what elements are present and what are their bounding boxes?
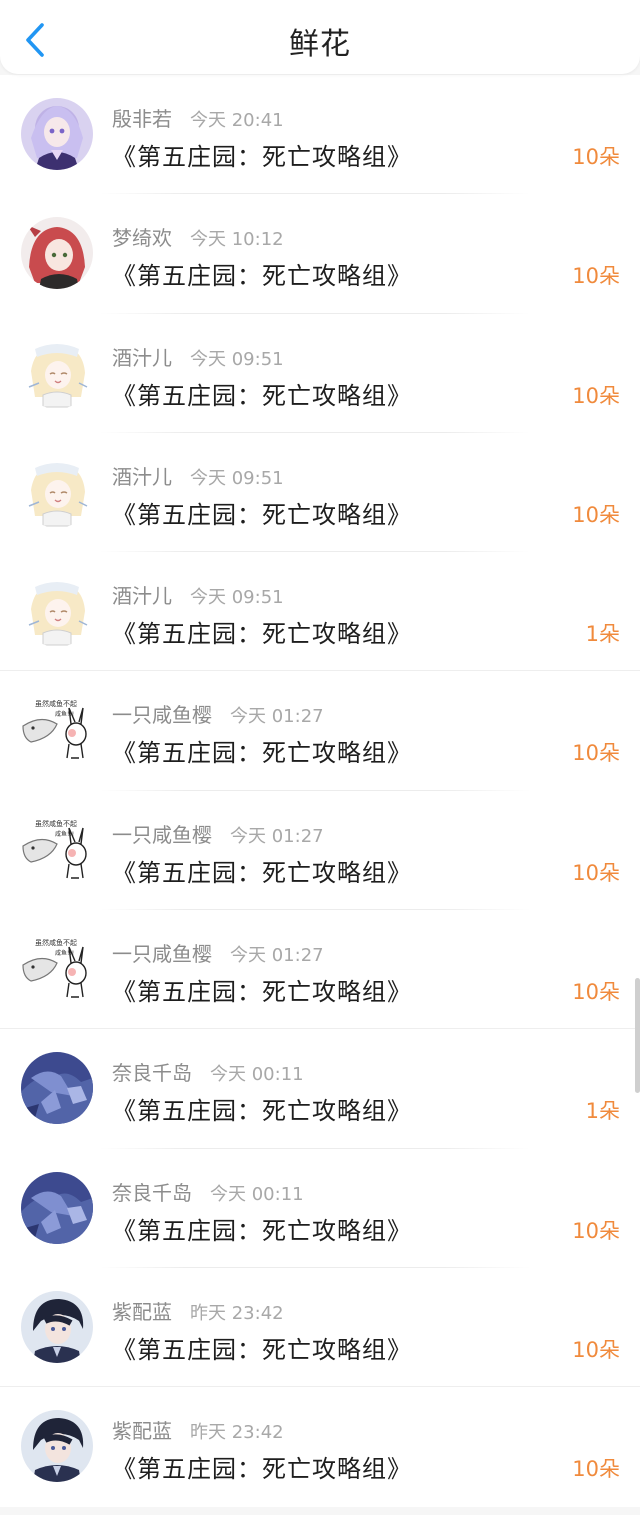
flower-count: 10朵: [572, 741, 620, 766]
gift-meta: 酒汁儿 今天 09:51: [112, 342, 284, 371]
flower-gift-row[interactable]: 虽然咸鱼不起 咸鱼!!! 一只咸鱼樱 今天 01:27 《第五庄园：死亡攻略组》 10朵: [0, 791, 640, 911]
user-name[interactable]: 酒汁儿: [112, 584, 172, 608]
timestamp: 昨天 23:42: [190, 1302, 284, 1324]
book-title: 《第五庄园：死亡攻略组》: [112, 262, 412, 291]
book-title: 《第五庄园：死亡攻略组》: [112, 858, 412, 887]
user-name[interactable]: 一只咸鱼樱: [112, 942, 212, 966]
gift-meta: 一只咸鱼樱 今天 01:27: [112, 699, 324, 728]
user-name[interactable]: 酒汁儿: [112, 465, 172, 489]
flower-gift-row[interactable]: 酒汁儿 今天 09:51 《第五庄园：死亡攻略组》 10朵: [0, 314, 640, 433]
avatar[interactable]: [21, 455, 93, 528]
book-title: 《第五庄园：死亡攻略组》: [112, 1216, 412, 1245]
user-name[interactable]: 奈良千岛: [112, 1061, 192, 1085]
gift-meta: 梦绮欢 今天 10:12: [112, 222, 284, 251]
timestamp: 今天 01:27: [230, 706, 324, 728]
flower-count: 10朵: [572, 1337, 620, 1362]
gift-meta: 奈良千岛 今天 00:11: [112, 1177, 304, 1206]
user-name[interactable]: 奈良千岛: [112, 1181, 192, 1205]
user-name[interactable]: 一只咸鱼樱: [112, 823, 212, 847]
timestamp: 今天 09:51: [190, 587, 284, 609]
avatar[interactable]: [21, 575, 93, 648]
flower-gift-row[interactable]: 殷非若 今天 20:41 《第五庄园：死亡攻略组》 10朵: [0, 75, 640, 195]
flower-count: 10朵: [572, 1457, 620, 1482]
timestamp: 今天 09:51: [190, 467, 284, 489]
book-title: 《第五庄园：死亡攻略组》: [112, 620, 412, 649]
user-name[interactable]: 梦绮欢: [112, 226, 172, 250]
flower-gift-row[interactable]: 酒汁儿 今天 09:51 《第五庄园：死亡攻略组》 1朵: [0, 552, 640, 672]
avatar[interactable]: [21, 98, 93, 170]
flower-gift-row[interactable]: 酒汁儿 今天 09:51 《第五庄园：死亡攻略组》 10朵: [0, 433, 640, 553]
timestamp: 今天 01:27: [230, 825, 324, 847]
timestamp: 今天 00:11: [210, 1183, 304, 1205]
timestamp: 今天 00:11: [210, 1064, 304, 1086]
avatar[interactable]: 虽然咸鱼不起 咸鱼!!!: [21, 813, 93, 886]
gift-meta: 酒汁儿 今天 09:51: [112, 580, 284, 609]
timestamp: 昨天 23:42: [190, 1422, 284, 1444]
gift-meta: 一只咸鱼樱 今天 01:27: [112, 819, 324, 848]
book-title: 《第五庄园：死亡攻略组》: [112, 1455, 412, 1484]
flower-count: 10朵: [572, 980, 620, 1005]
book-title: 《第五庄园：死亡攻略组》: [112, 978, 412, 1007]
book-title: 《第五庄园：死亡攻略组》: [112, 381, 412, 410]
user-name[interactable]: 酒汁儿: [112, 346, 172, 370]
flower-count: 1朵: [585, 1099, 620, 1124]
scrollbar[interactable]: [635, 978, 640, 1093]
gift-meta: 紫配蓝 昨天 23:42: [112, 1415, 284, 1444]
flower-count: 1朵: [585, 622, 620, 647]
book-title: 《第五庄园：死亡攻略组》: [112, 1097, 412, 1126]
user-name[interactable]: 紫配蓝: [112, 1300, 172, 1324]
timestamp: 今天 10:12: [190, 229, 284, 251]
timestamp: 今天 01:27: [230, 945, 324, 967]
flower-gift-row[interactable]: 奈良千岛 今天 00:11 《第五庄园：死亡攻略组》 10朵: [0, 1149, 640, 1268]
avatar[interactable]: [21, 1052, 93, 1125]
gift-meta: 奈良千岛 今天 00:11: [112, 1057, 304, 1086]
avatar[interactable]: 虽然咸鱼不起 咸鱼!!!: [21, 694, 93, 767]
flower-count: 10朵: [572, 502, 620, 527]
flower-count: 10朵: [572, 383, 620, 408]
flower-gift-row[interactable]: 虽然咸鱼不起 咸鱼!!! 一只咸鱼樱 今天 01:27 《第五庄园：死亡攻略组》 10朵: [0, 671, 640, 791]
user-name[interactable]: 紫配蓝: [112, 1419, 172, 1443]
flower-gift-row[interactable]: 梦绮欢 今天 10:12 《第五庄园：死亡攻略组》 10朵: [0, 194, 640, 314]
avatar[interactable]: [21, 1410, 93, 1483]
avatar[interactable]: [21, 1290, 93, 1363]
flower-count: 10朵: [572, 145, 620, 169]
book-title: 《第五庄园：死亡攻略组》: [112, 500, 412, 529]
gift-meta: 殷非若 今天 20:41: [112, 103, 284, 132]
user-name[interactable]: 一只咸鱼樱: [112, 703, 212, 727]
app-header: 鲜花: [0, 0, 640, 74]
svg-text:虽然咸鱼不起: 虽然咸鱼不起: [35, 938, 77, 947]
flower-gift-row[interactable]: 虽然咸鱼不起 咸鱼!!! 一只咸鱼樱 今天 01:27 《第五庄园：死亡攻略组》 10朵: [0, 910, 640, 1030]
book-title: 《第五庄园：死亡攻略组》: [112, 739, 412, 768]
flower-count: 10朵: [572, 1218, 620, 1243]
flower-gift-row[interactable]: 奈良千岛 今天 00:11 《第五庄园：死亡攻略组》 1朵: [0, 1029, 640, 1149]
book-title: 《第五庄园：死亡攻略组》: [112, 1335, 412, 1364]
avatar[interactable]: 虽然咸鱼不起 咸鱼!!!: [21, 933, 93, 1006]
book-title: 《第五庄园：死亡攻略组》: [112, 143, 412, 171]
user-name[interactable]: 殷非若: [112, 107, 172, 131]
flower-count: 10朵: [572, 860, 620, 885]
gift-meta: 酒汁儿 今天 09:51: [112, 461, 284, 490]
flower-gift-row[interactable]: 紫配蓝 昨天 23:42 《第五庄园：死亡攻略组》 10朵: [0, 1387, 640, 1506]
page-title: 鲜花: [289, 27, 351, 62]
timestamp: 今天 20:41: [190, 110, 284, 131]
timestamp: 今天 09:51: [190, 348, 284, 370]
avatar[interactable]: [21, 336, 93, 409]
flower-gift-row[interactable]: 紫配蓝 昨天 23:42 《第五庄园：死亡攻略组》 10朵: [0, 1268, 640, 1388]
svg-text:虽然咸鱼不起: 虽然咸鱼不起: [35, 699, 77, 708]
svg-text:虽然咸鱼不起: 虽然咸鱼不起: [35, 819, 77, 828]
gift-meta: 一只咸鱼樱 今天 01:27: [112, 938, 324, 967]
avatar[interactable]: [21, 1171, 93, 1244]
gift-meta: 紫配蓝 昨天 23:42: [112, 1296, 284, 1325]
flower-count: 10朵: [572, 264, 620, 289]
flower-gift-list: 殷非若 今天 20:41 《第五庄园：死亡攻略组》 10朵 梦绮欢 今天 10:12 《第五…: [0, 75, 640, 1507]
avatar[interactable]: [21, 217, 93, 290]
